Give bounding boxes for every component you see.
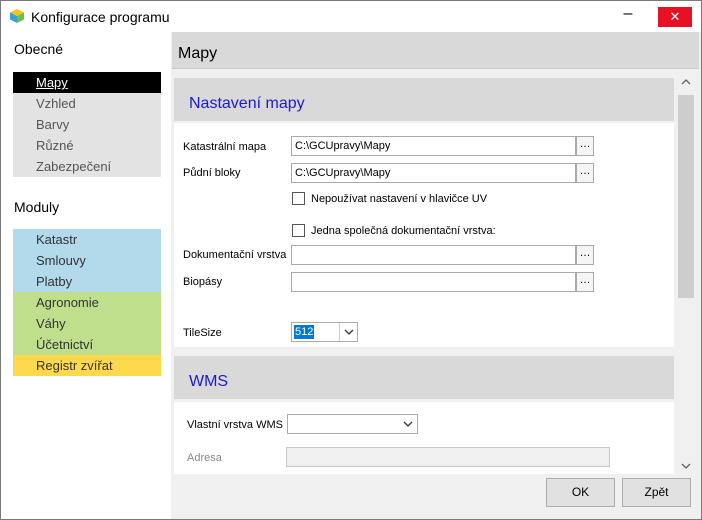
biobelts-label: Biopásy — [183, 276, 223, 288]
sidebar-item-ruzne[interactable]: Různé — [13, 135, 161, 156]
single-doc-layer-label: Jedna společná dokumentační vrstva: — [311, 225, 496, 237]
scroll-down-button[interactable] — [677, 457, 695, 474]
close-icon: ✕ — [669, 9, 681, 24]
chevron-down-icon[interactable] — [399, 415, 417, 433]
chevron-up-icon — [681, 79, 691, 85]
chevron-down-icon — [681, 463, 691, 469]
tilesize-combo[interactable]: 512 — [291, 322, 358, 342]
wms-address-input[interactable] — [286, 447, 610, 467]
wms-panel: Vlastní vrstva WMS Adresa — [174, 402, 674, 474]
sidebar-item-barvy[interactable]: Barvy — [13, 114, 161, 135]
sidebar-item-agronomie[interactable]: Agronomie — [13, 292, 161, 313]
window-title: Konfigurace programu — [31, 9, 170, 25]
tilesize-label: TileSize — [183, 327, 222, 339]
ok-button[interactable]: OK — [546, 478, 615, 507]
sidebar: Obecné Mapy Vzhled Barvy Různé Zabezpeče… — [1, 32, 171, 519]
chevron-down-icon[interactable] — [339, 323, 357, 341]
content-scrollbar[interactable] — [677, 74, 695, 474]
sidebar-general-title: Obecné — [14, 41, 64, 57]
doc-layer-label: Dokumentační vrstva — [183, 249, 287, 261]
tilesize-value: 512 — [294, 325, 315, 339]
own-wms-layer-label: Vlastní vrstva WMS — [187, 419, 283, 431]
scroll-thumb[interactable] — [678, 95, 694, 298]
title-bar: Konfigurace programu – ✕ — [1, 1, 701, 32]
page-title-bar: Mapy — [172, 32, 699, 69]
back-button[interactable]: Zpět — [622, 478, 691, 507]
sidebar-item-katastr[interactable]: Katastr — [13, 229, 161, 250]
biobelts-browse-button[interactable]: … — [576, 272, 594, 292]
app-cube-icon — [10, 9, 24, 23]
biobelts-input[interactable] — [291, 272, 576, 292]
map-settings-title: Nastavení mapy — [189, 95, 305, 112]
close-button[interactable]: ✕ — [658, 7, 692, 27]
cadastral-map-label: Katastrální mapa — [183, 141, 267, 153]
sidebar-item-mapy[interactable]: Mapy — [13, 72, 161, 93]
minimize-icon: – — [623, 5, 633, 22]
wms-address-label: Adresa — [187, 452, 222, 464]
sidebar-modules-title: Moduly — [14, 199, 60, 215]
single-doc-layer-checkbox[interactable] — [292, 224, 305, 237]
cadastral-map-browse-button[interactable]: … — [576, 136, 594, 156]
sidebar-item-platby[interactable]: Platby — [13, 271, 161, 292]
map-settings-header: Nastavení mapy — [174, 78, 674, 121]
wms-title: WMS — [189, 373, 229, 390]
map-settings-panel: Katastrální mapa C:\GCUpravy\Mapy … Půdn… — [174, 123, 674, 347]
no-header-uv-label: Nepoužívat nastavení v hlavičce UV — [311, 193, 488, 205]
sidebar-item-vahy[interactable]: Váhy — [13, 313, 161, 334]
minimize-button[interactable]: – — [613, 5, 643, 27]
sidebar-item-smlouvy[interactable]: Smlouvy — [13, 250, 161, 271]
sidebar-item-ucetnictvi[interactable]: Účetnictví — [13, 334, 161, 355]
sidebar-item-vzhled[interactable]: Vzhled — [13, 93, 161, 114]
page-title: Mapy — [178, 45, 218, 62]
own-wms-layer-combo[interactable] — [287, 414, 418, 434]
modules-nav-list: Katastr Smlouvy Platby Agronomie Váhy Úč… — [13, 229, 161, 376]
soil-blocks-input[interactable]: C:\GCUpravy\Mapy — [291, 163, 576, 183]
soil-blocks-label: Půdní bloky — [183, 167, 241, 179]
doc-layer-input[interactable] — [291, 245, 576, 265]
wms-header: WMS — [174, 356, 674, 399]
doc-layer-browse-button[interactable]: … — [576, 245, 594, 265]
soil-blocks-browse-button[interactable]: … — [576, 163, 594, 183]
sidebar-item-registr-zvirat[interactable]: Registr zvířat — [13, 355, 161, 376]
cadastral-map-input[interactable]: C:\GCUpravy\Mapy — [291, 136, 576, 156]
scroll-up-button[interactable] — [677, 74, 695, 91]
general-nav-list: Mapy Vzhled Barvy Různé Zabezpečení — [13, 72, 161, 177]
sidebar-item-zabezpeceni[interactable]: Zabezpečení — [13, 156, 161, 177]
no-header-uv-checkbox[interactable] — [292, 192, 305, 205]
settings-content: Nastavení mapy Katastrální mapa C:\GCUpr… — [174, 74, 676, 474]
config-window: Konfigurace programu – ✕ Obecné Mapy Vzh… — [0, 0, 702, 520]
